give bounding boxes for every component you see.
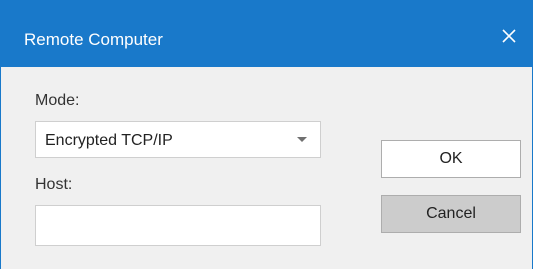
cancel-button[interactable]: Cancel <box>381 195 521 233</box>
title-bar[interactable]: Remote Computer <box>1 0 532 67</box>
close-icon <box>502 29 516 43</box>
dialog-title: Remote Computer <box>24 30 163 49</box>
remote-computer-dialog: Remote Computer Mode: Encrypted TCP/IP H… <box>0 0 533 269</box>
close-button[interactable] <box>494 22 524 50</box>
ok-button[interactable]: OK <box>381 140 521 178</box>
mode-select[interactable]: Encrypted TCP/IP <box>35 121 321 158</box>
mode-label: Mode: <box>35 92 80 109</box>
chevron-down-icon <box>297 137 307 142</box>
host-label: Host: <box>35 176 73 193</box>
mode-select-value: Encrypted TCP/IP <box>45 132 173 149</box>
host-input[interactable] <box>35 205 321 246</box>
